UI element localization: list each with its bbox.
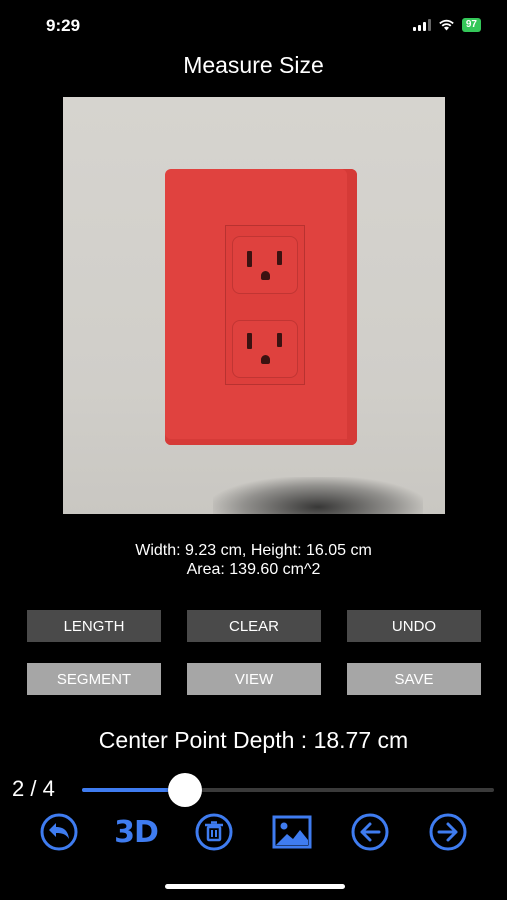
measurement-info: Width: 9.23 cm, Height: 16.05 cm Area: 1… <box>0 541 507 579</box>
frame-slider-track[interactable] <box>82 788 494 792</box>
wifi-icon <box>439 19 454 31</box>
gallery-button[interactable] <box>270 812 314 852</box>
home-indicator <box>165 884 345 889</box>
image-icon <box>272 815 312 849</box>
status-icons: 97 <box>412 18 481 32</box>
status-bar: 9:29 97 <box>0 0 507 50</box>
status-time: 9:29 <box>46 16 81 35</box>
page-title: Measure Size <box>183 52 324 78</box>
next-button[interactable] <box>426 812 470 852</box>
undo-button[interactable]: UNDO <box>347 610 481 642</box>
battery-icon: 97 <box>461 18 481 32</box>
page-indicator: 2 / 4 <box>12 776 55 801</box>
outlet-receptacle-bottom <box>232 320 298 378</box>
arrow-left-icon <box>351 813 389 851</box>
outlet-segmentation-mask <box>165 169 357 445</box>
save-button[interactable]: SAVE <box>347 663 481 695</box>
back-arrow-icon <box>40 813 78 851</box>
outlet-receptacle-top <box>232 236 298 294</box>
trash-icon <box>195 813 233 851</box>
delete-button[interactable] <box>192 812 236 852</box>
photo-shadow <box>213 477 423 514</box>
measured-photo[interactable] <box>63 97 445 514</box>
arrow-right-icon <box>429 813 467 851</box>
area-text: Area: 139.60 cm^2 <box>186 561 321 578</box>
view-button[interactable]: VIEW <box>187 663 321 695</box>
cellular-signal-icon <box>412 19 431 31</box>
dimensions-text: Width: 9.23 cm, Height: 16.05 cm <box>135 542 372 559</box>
outlet-receptacle-body <box>225 225 305 385</box>
3d-label: 3D <box>114 814 159 850</box>
back-button[interactable] <box>37 812 81 852</box>
frame-slider-thumb[interactable] <box>168 773 202 807</box>
3d-view-button[interactable]: 3D <box>114 812 159 852</box>
length-button[interactable]: LENGTH <box>27 610 161 642</box>
previous-button[interactable] <box>348 812 392 852</box>
clear-button[interactable]: CLEAR <box>187 610 321 642</box>
segment-button[interactable]: SEGMENT <box>27 663 161 695</box>
center-depth-text: Center Point Depth : 18.77 cm <box>98 727 409 753</box>
